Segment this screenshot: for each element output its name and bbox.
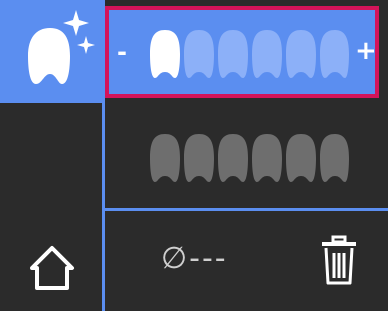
whitening-button[interactable] [0,0,102,103]
shade-preview-row [105,104,388,208]
tooth-sparkle-icon [28,10,95,84]
shade-tooth-2[interactable] [184,30,214,78]
shade-tooth-5[interactable] [286,30,316,78]
left-toolbar [0,0,102,311]
actions-row: ∅--- [105,211,388,311]
shade-tooth-1[interactable] [150,30,180,78]
shade-preview-strip [150,134,349,182]
preview-tooth [150,134,180,182]
preview-tooth [252,134,282,182]
home-icon [30,246,74,290]
shade-decrease-button[interactable]: - [117,38,127,66]
shade-tooth-4[interactable] [252,30,282,78]
shade-selector-row[interactable]: - + [105,6,379,98]
preview-tooth [320,134,349,182]
preview-tooth [286,134,316,182]
dental-shade-panel: - + ∅--- [0,0,388,311]
empty-shade-label: ∅--- [161,241,228,276]
shade-tooth-strip [150,30,349,78]
preview-tooth [184,134,214,182]
shade-increase-button[interactable]: + [355,36,377,66]
preview-tooth [218,134,248,182]
shade-tooth-6[interactable] [320,30,349,78]
home-button[interactable] [0,212,102,311]
shade-tooth-3[interactable] [218,30,248,78]
trash-icon[interactable] [319,235,359,287]
